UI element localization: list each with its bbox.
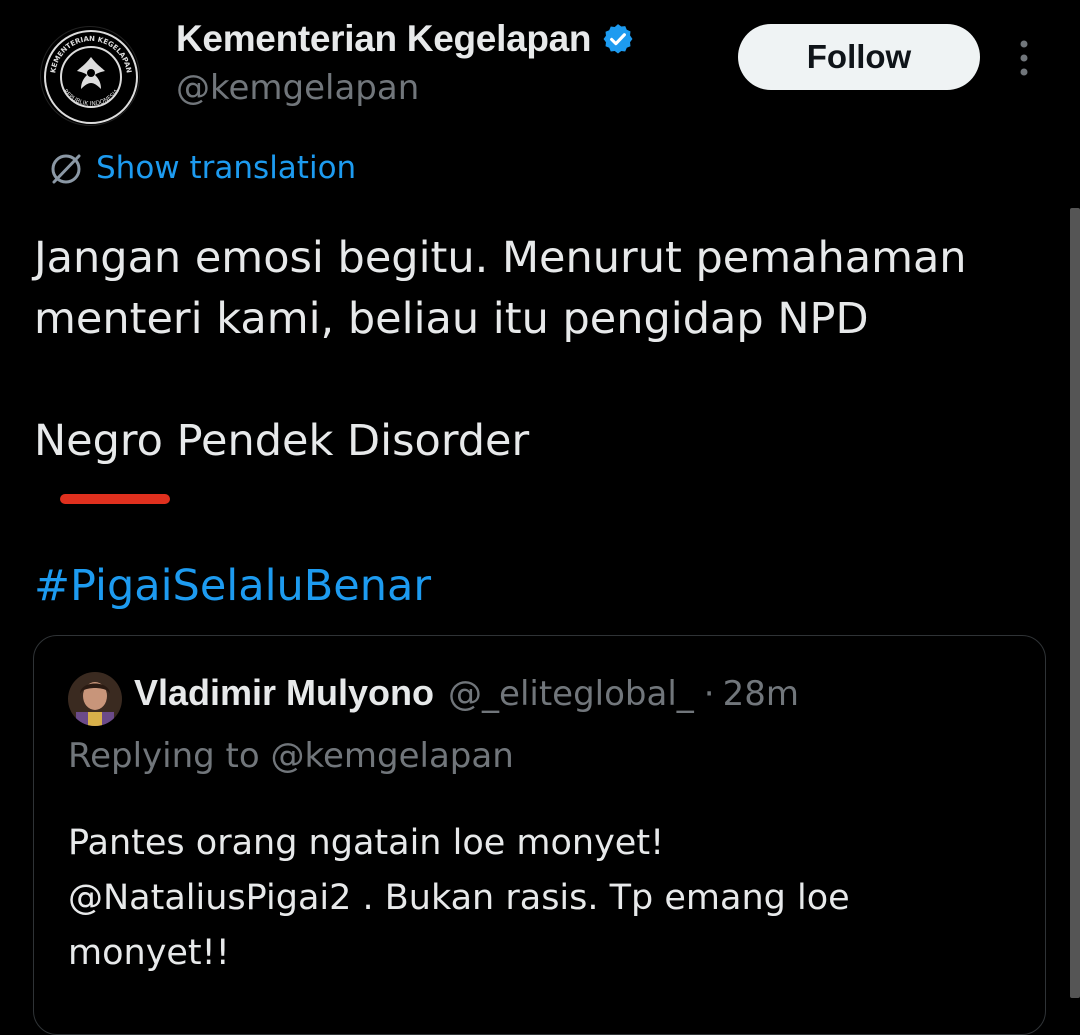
show-translation-link[interactable]: Show translation [46, 148, 356, 188]
quoted-author-avatar[interactable] [68, 672, 122, 726]
follow-button[interactable]: Follow [738, 24, 980, 90]
quoted-timestamp[interactable]: 28m [723, 674, 799, 714]
replying-to: Replying to @kemgelapan [68, 736, 514, 776]
replying-handle[interactable]: @kemgelapan [271, 736, 514, 776]
tweet-hashtag[interactable]: #PigaiSelaluBenar [34, 556, 431, 617]
annotation-underline [60, 494, 170, 504]
tweet-text: Jangan emosi begitu. Menurut pemahaman m… [34, 233, 967, 466]
quoted-display-name[interactable]: Vladimir Mulyono [134, 672, 434, 714]
quoted-separator: · [703, 674, 715, 714]
author-handle[interactable]: @kemgelapan [176, 68, 419, 108]
verified-badge-icon[interactable] [601, 22, 635, 56]
quoted-tweet[interactable]: Vladimir Mulyono @_eliteglobal_ · 28m Re… [33, 635, 1046, 1035]
avatar-photo [68, 672, 122, 726]
emblem-logo: KEMENTERIAN KEGELAPAN REPUBLIK INDONESIA [44, 30, 138, 124]
more-vertical-icon[interactable] [1010, 38, 1038, 78]
author-avatar[interactable]: KEMENTERIAN KEGELAPAN REPUBLIK INDONESIA [40, 26, 140, 126]
globe-icon [51, 154, 81, 184]
quoted-text: Pantes orang ngatain loe monyet! @Natali… [68, 823, 850, 973]
quoted-header: Vladimir Mulyono @_eliteglobal_ · 28m [134, 672, 799, 714]
svg-text:REPUBLIK INDONESIA: REPUBLIK INDONESIA [62, 87, 121, 107]
quoted-handle[interactable]: @_eliteglobal_ [448, 674, 694, 714]
replying-prefix: Replying to [68, 736, 260, 776]
author-display-name[interactable]: Kementerian Kegelapan [176, 18, 592, 60]
emblem-ring-text-bottom: REPUBLIK INDONESIA [62, 87, 121, 107]
author-name-row: Kementerian Kegelapan [176, 18, 635, 60]
scrollbar[interactable] [1070, 208, 1080, 998]
show-translation-label: Show translation [96, 150, 357, 186]
